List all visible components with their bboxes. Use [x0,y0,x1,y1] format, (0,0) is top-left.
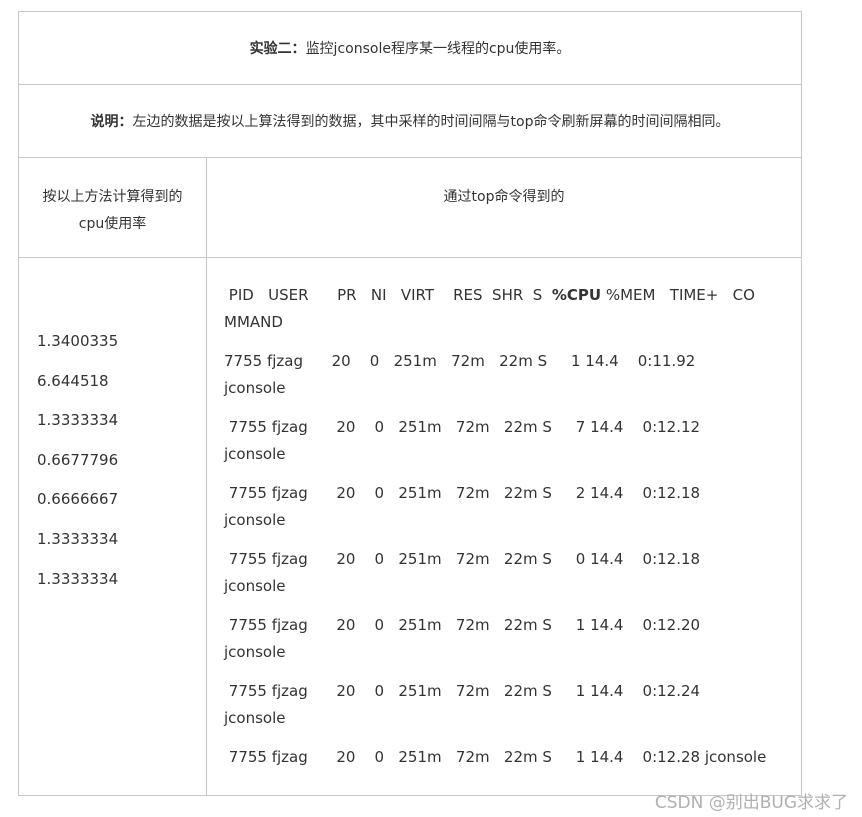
top-row-line2: jconsole [224,379,286,397]
top-output: PID USER PR NI VIRT RES SHR S %CPU %MEM … [224,282,794,783]
data-table: 实验二： 监控jconsole程序某一线程的cpu使用率。 说明： 左边的数据是按以… [18,11,802,796]
top-row: 7755 fjzag 20 0 251m 72m 22m S 1 14.4 0:… [224,348,794,402]
note-label: 说明： [90,114,133,130]
top-row: 7755 fjzag 20 0 251m 72m 22m S 1 14.4 0:… [224,678,794,732]
data-row: 1.3400335 6.644518 1.3333334 0.6677796 0… [19,258,801,795]
top-row-line1: 7755 fjzag 20 0 251m 72m 22m S 7 14.4 0:… [224,418,701,436]
top-header-post: %MEM TIME+ CO [601,286,755,304]
top-row-line2: jconsole [224,709,286,727]
top-row-line2: jconsole [224,577,286,595]
note-text-block: 说明： 左边的数据是按以上算法得到的数据，其中采样的时间间隔与top命令刷新屏幕的… [19,85,801,157]
top-row: 7755 fjzag 20 0 251m 72m 22m S 0 14.4 0:… [224,546,794,600]
top-row-line2: jconsole [224,445,286,463]
top-header-line2: MMAND [224,313,283,331]
experiment-text: 监控jconsole程序某一线程的cpu使用率。 [305,41,571,57]
top-row: 7755 fjzag 20 0 251m 72m 22m S 2 14.4 0:… [224,480,794,534]
note-row: 说明： 左边的数据是按以上算法得到的数据，其中采样的时间间隔与top命令刷新屏幕的… [19,85,801,158]
top-row-line1: 7755 fjzag 20 0 251m 72m 22m S 1 14.4 0:… [224,682,701,700]
watermark: CSDN @别出BUG求求了 [654,793,848,813]
experiment-row: 实验二： 监控jconsole程序某一线程的cpu使用率。 [19,12,801,85]
header-computed-line2: cpu使用率 [78,216,147,232]
computed-values-list: 1.3400335 6.644518 1.3333334 0.6677796 0… [37,322,118,599]
top-header: PID USER PR NI VIRT RES SHR S %CPU %MEM … [224,282,794,336]
top-header-pre: PID USER PR NI VIRT RES SHR S [224,286,552,304]
top-row-line1: 7755 fjzag 20 0 251m 72m 22m S 0 14.4 0:… [224,550,701,568]
column-divider [206,158,207,795]
header-top: 通过top命令得到的 [443,189,565,205]
header-computed-line1: 按以上方法计算得到的 [42,189,183,205]
computed-value: 1.3400335 [37,332,119,350]
computed-value: 0.6666667 [37,490,119,509]
experiment-title: 实验二： 监控jconsole程序某一线程的cpu使用率。 [19,12,801,84]
computed-value: 0.6677796 [37,450,119,469]
top-header-cpu: %CPU [551,286,602,304]
top-row-line2: jconsole [224,643,286,661]
computed-value: 6.644518 [37,371,109,390]
top-row-line2: jconsole [224,511,286,529]
top-row-line1: 7755 fjzag 20 0 251m 72m 22m S 1 14.4 0:… [224,352,696,370]
top-row: 7755 fjzag 20 0 251m 72m 22m S 1 14.4 0:… [224,612,794,666]
header-computed: 按以上方法计算得到的 cpu使用率 [19,158,206,257]
top-row-line1: 7755 fjzag 20 0 251m 72m 22m S 1 14.4 0:… [224,748,767,766]
top-row-line1: 7755 fjzag 20 0 251m 72m 22m S 1 14.4 0:… [224,616,701,634]
note-text: 左边的数据是按以上算法得到的数据，其中采样的时间间隔与top命令刷新屏幕的时间间… [132,114,730,130]
computed-value: 1.3333334 [37,529,119,548]
computed-value: 1.3333334 [37,411,119,430]
top-row: 7755 fjzag 20 0 251m 72m 22m S 7 14.4 0:… [224,414,794,468]
top-row-line1: 7755 fjzag 20 0 251m 72m 22m S 2 14.4 0:… [224,484,701,502]
computed-value: 1.3333334 [37,569,119,588]
top-row: 7755 fjzag 20 0 251m 72m 22m S 1 14.4 0:… [224,744,794,771]
experiment-label: 实验二： [249,41,306,57]
header-row: 按以上方法计算得到的 cpu使用率 通过top命令得到的 [19,158,801,258]
